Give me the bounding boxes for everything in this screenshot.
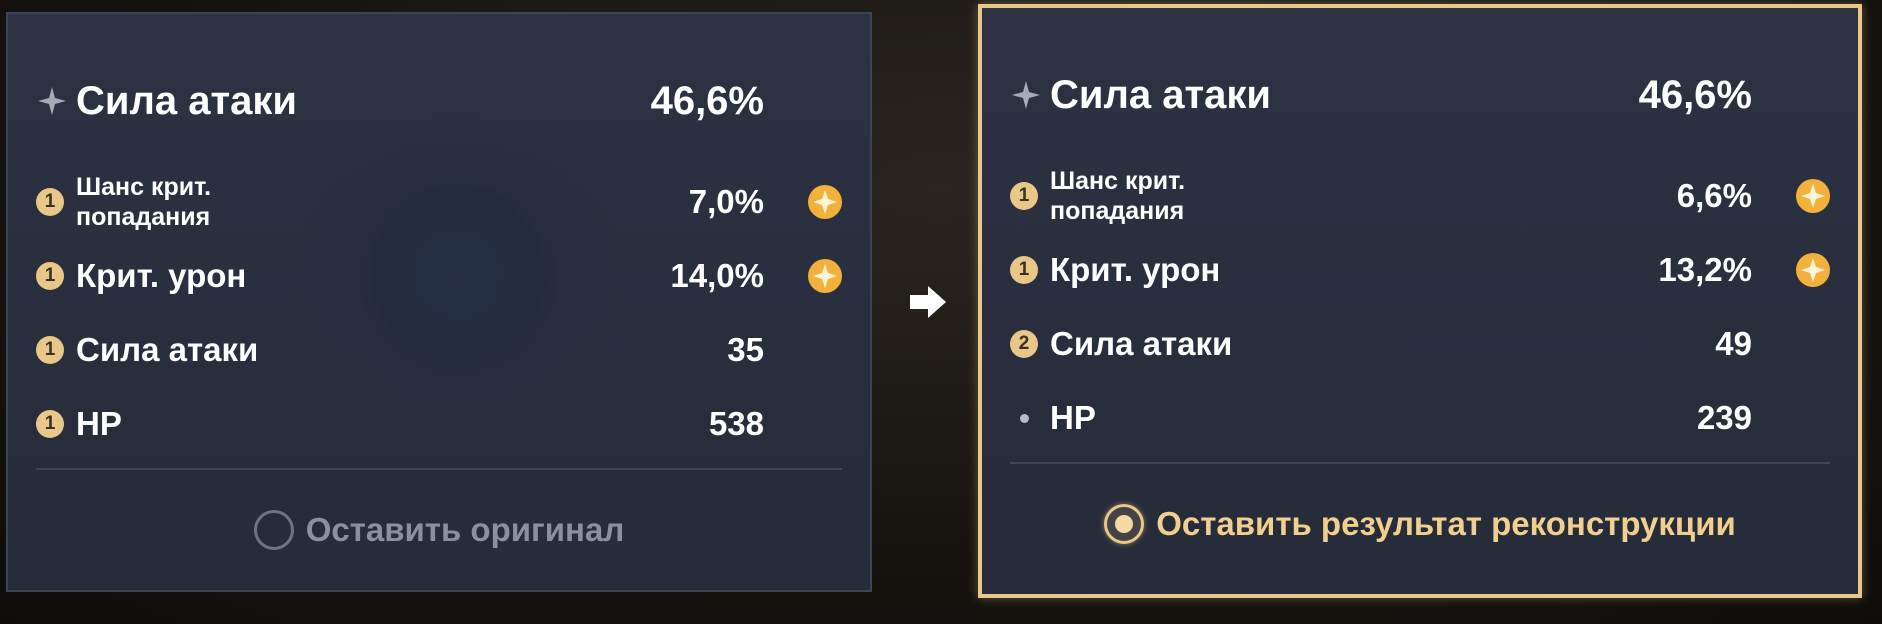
crit-gem-icon <box>808 259 842 293</box>
radio-button-selected[interactable] <box>1104 504 1145 544</box>
main-stat-row: Сила атаки 46,6% <box>1010 68 1830 122</box>
substat-value: 35 <box>727 331 764 368</box>
substat-label: HP <box>1050 399 1096 436</box>
crit-gem-icon <box>808 185 842 219</box>
original-stats-panel[interactable]: Сила атаки 46,6% 1 Шанс крит. попадания … <box>6 12 872 592</box>
keep-original-option[interactable]: Оставить оригинал <box>8 510 870 550</box>
radio-button-unselected[interactable] <box>253 510 294 550</box>
substat-label: Сила атаки <box>1050 325 1233 362</box>
roll-count-badge: 1 <box>1010 256 1038 284</box>
divider <box>1010 462 1830 464</box>
substat-row: 1 HP 538 <box>36 404 842 444</box>
divider <box>36 468 842 470</box>
substat-row: HP 239 <box>1010 398 1830 438</box>
substat-label: Шанс крит. попадания <box>1050 167 1186 225</box>
roll-count-badge: 1 <box>36 410 64 438</box>
substat-label: HP <box>76 405 122 442</box>
main-stat-value: 46,6% <box>650 78 764 123</box>
substat-value: 7,0% <box>688 183 764 220</box>
substat-label: Шанс крит. попадания <box>76 173 212 231</box>
keep-original-label[interactable]: Оставить оригинал <box>306 511 625 549</box>
substat-value: 14,0% <box>670 257 764 294</box>
no-roll-dot-icon <box>1010 404 1038 432</box>
substat-label: Крит. урон <box>76 257 247 294</box>
main-stat-star-icon <box>1010 79 1042 111</box>
roll-count-badge: 1 <box>36 336 64 364</box>
substat-value: 13,2% <box>1658 251 1752 288</box>
crit-gem-icon <box>1796 253 1830 287</box>
substat-label: Сила атаки <box>76 331 259 368</box>
main-stat-value: 46,6% <box>1638 72 1752 117</box>
substat-label: Крит. урон <box>1050 251 1221 288</box>
substat-row: 1 Шанс крит. попадания 7,0% <box>36 173 842 231</box>
roll-count-badge: 2 <box>1010 330 1038 358</box>
substat-value: 538 <box>708 405 764 442</box>
substat-row: 1 Крит. урон 14,0% <box>36 256 842 296</box>
substat-value: 6,6% <box>1676 177 1752 214</box>
keep-result-label[interactable]: Оставить результат реконструкции <box>1156 505 1736 543</box>
main-stat-label: Сила атаки <box>76 78 297 123</box>
roll-count-badge: 1 <box>36 188 64 216</box>
main-stat-row: Сила атаки 46,6% <box>36 74 842 128</box>
substat-row: 1 Сила атаки 35 <box>36 330 842 370</box>
main-stat-star-icon <box>36 85 68 117</box>
roll-count-badge: 1 <box>1010 182 1038 210</box>
roll-count-badge: 1 <box>36 262 64 290</box>
substat-row: 1 Крит. урон 13,2% <box>1010 250 1830 290</box>
main-stat-label: Сила атаки <box>1050 72 1271 117</box>
arrow-right-icon <box>910 286 946 318</box>
substat-row: 2 Сила атаки 49 <box>1010 324 1830 364</box>
substat-value: 239 <box>1696 399 1752 436</box>
crit-gem-icon <box>1796 179 1830 213</box>
keep-result-option[interactable]: Оставить результат реконструкции <box>982 504 1858 544</box>
reconstruction-result-panel[interactable]: Сила атаки 46,6% 1 Шанс крит. попадания … <box>978 4 1862 598</box>
substat-row: 1 Шанс крит. попадания 6,6% <box>1010 167 1830 225</box>
substat-value: 49 <box>1715 325 1752 362</box>
